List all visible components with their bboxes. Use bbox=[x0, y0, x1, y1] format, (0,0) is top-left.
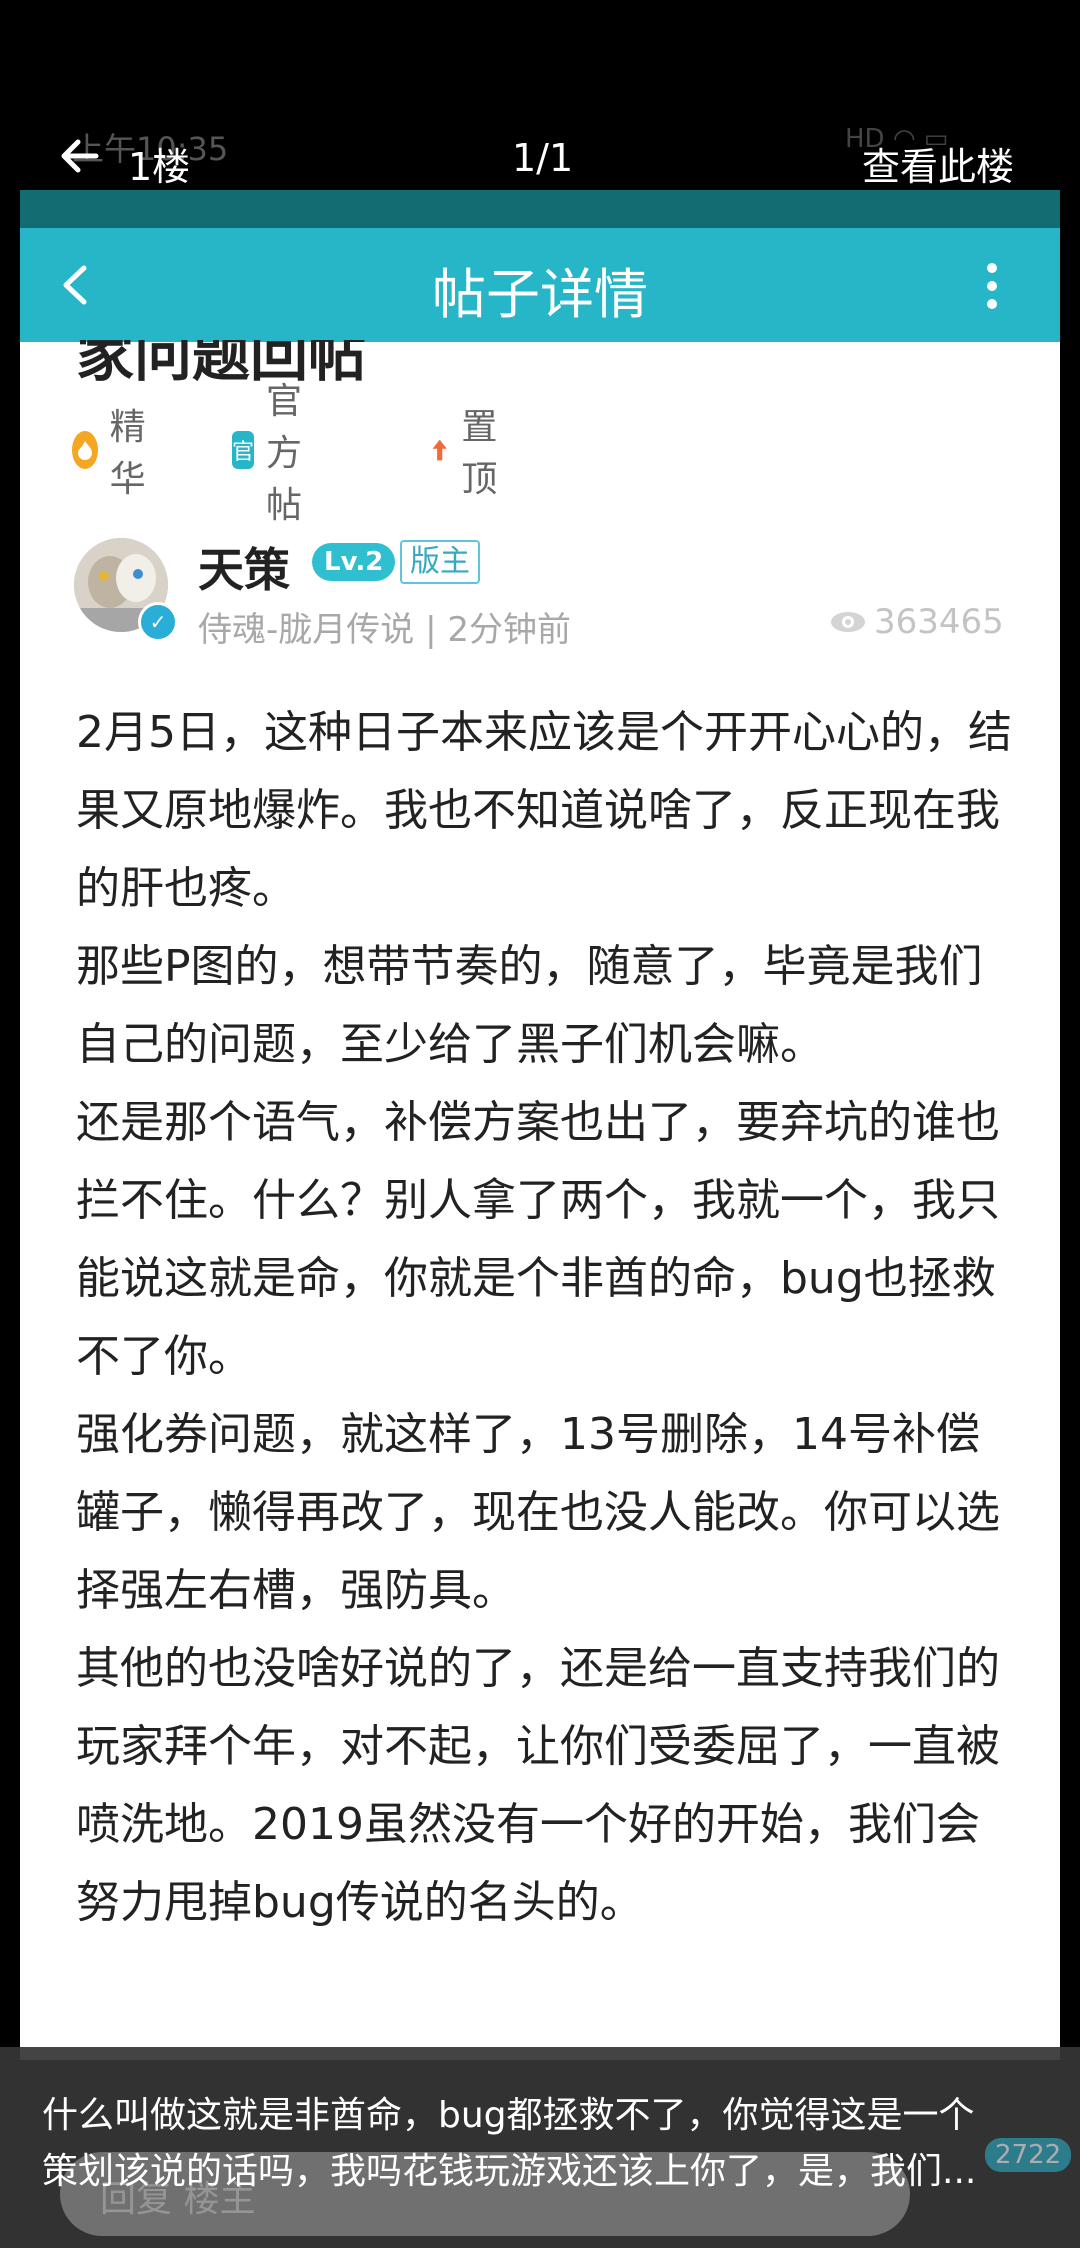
forum-name[interactable]: 侍魂-胧月传说 bbox=[198, 610, 414, 650]
post-paragraph: 那些P图的，想带节奏的，随意了，毕竟是我们自己的问题，至少给了黑子们机会嘛。 bbox=[76, 941, 983, 1070]
official-icon: 官 bbox=[232, 431, 255, 469]
post-screenshot: 帖子详情 家问题回帖 精华 官 官方帖 置顶 ✓ 天策 Lv.2 版主 侍魂-胧… bbox=[20, 190, 1060, 2060]
post-meta: 侍魂-胧月传说 | 2分钟前 bbox=[198, 602, 571, 651]
arrow-left-icon bbox=[61, 139, 99, 173]
post-time: 2分钟前 bbox=[447, 610, 571, 650]
post-paragraph: 其他的也没啥好说的了，还是给一直支持我们的玩家拜个年，对不起，让你们受委屈了，一… bbox=[76, 1643, 1000, 1928]
tag-pinned: 置顶 bbox=[430, 407, 508, 500]
more-menu-button[interactable] bbox=[980, 256, 1004, 316]
author-name[interactable]: 天策 bbox=[198, 534, 290, 600]
caption-line: 什么叫做这就是非酋命，bug都拯救不了，你觉得这是一个 bbox=[42, 2095, 975, 2136]
meta-divider: | bbox=[425, 610, 448, 650]
view-count: 363465 bbox=[830, 602, 1004, 642]
post-body: 2月5日，这种日子本来应该是个开开心心的，结果又原地爆炸。我也不知道说啥了，反正… bbox=[76, 694, 1016, 1942]
page-title: 帖子详情 bbox=[432, 263, 648, 326]
tag-featured: 精华 bbox=[72, 407, 158, 500]
post-paragraph: 强化券问题，就这样了，13号删除，14号补偿罐子，懒得再改了，现在也没人能改。你… bbox=[76, 1409, 1000, 1616]
verified-icon: ✓ bbox=[138, 602, 178, 642]
arrow-up-icon bbox=[432, 439, 447, 461]
viewer-back-button[interactable] bbox=[56, 132, 104, 180]
tag-official: 官 官方帖 bbox=[232, 381, 318, 526]
more-vertical-icon bbox=[987, 263, 997, 309]
floor-label: 1楼 bbox=[128, 145, 191, 189]
caption-text[interactable]: 什么叫做这就是非酋命，bug都拯救不了，你觉得这是一个 策划该说的话吗，我吗花钱… bbox=[42, 2088, 1042, 2200]
moderator-badge: 版主 bbox=[400, 540, 480, 584]
view-count-value: 363465 bbox=[874, 602, 1004, 642]
flame-icon bbox=[72, 431, 98, 469]
tag-label: 官方帖 bbox=[266, 381, 303, 526]
post-paragraph: 还是那个语气，补偿方案也出了，要弃坑的谁也拦不住。什么？别人拿了两个，我就一个，… bbox=[76, 1097, 1000, 1382]
caption-line: 策划该说的话吗，我吗花钱玩游戏还该上你了，是，我们... bbox=[42, 2151, 977, 2192]
post-paragraph: 2月5日，这种日子本来应该是个开开心心的，结果又原地爆炸。我也不知道说啥了，反正… bbox=[76, 707, 1012, 914]
view-floor-button[interactable]: 查看此楼 bbox=[862, 136, 1014, 191]
page-indicator: 1/1 bbox=[512, 136, 574, 180]
tag-label: 置顶 bbox=[461, 407, 498, 500]
eye-icon bbox=[831, 612, 865, 632]
status-strip bbox=[20, 190, 1060, 228]
tag-label: 精华 bbox=[109, 407, 146, 500]
app-bar: 帖子详情 bbox=[20, 228, 1060, 342]
level-badge: Lv.2 bbox=[312, 543, 396, 581]
